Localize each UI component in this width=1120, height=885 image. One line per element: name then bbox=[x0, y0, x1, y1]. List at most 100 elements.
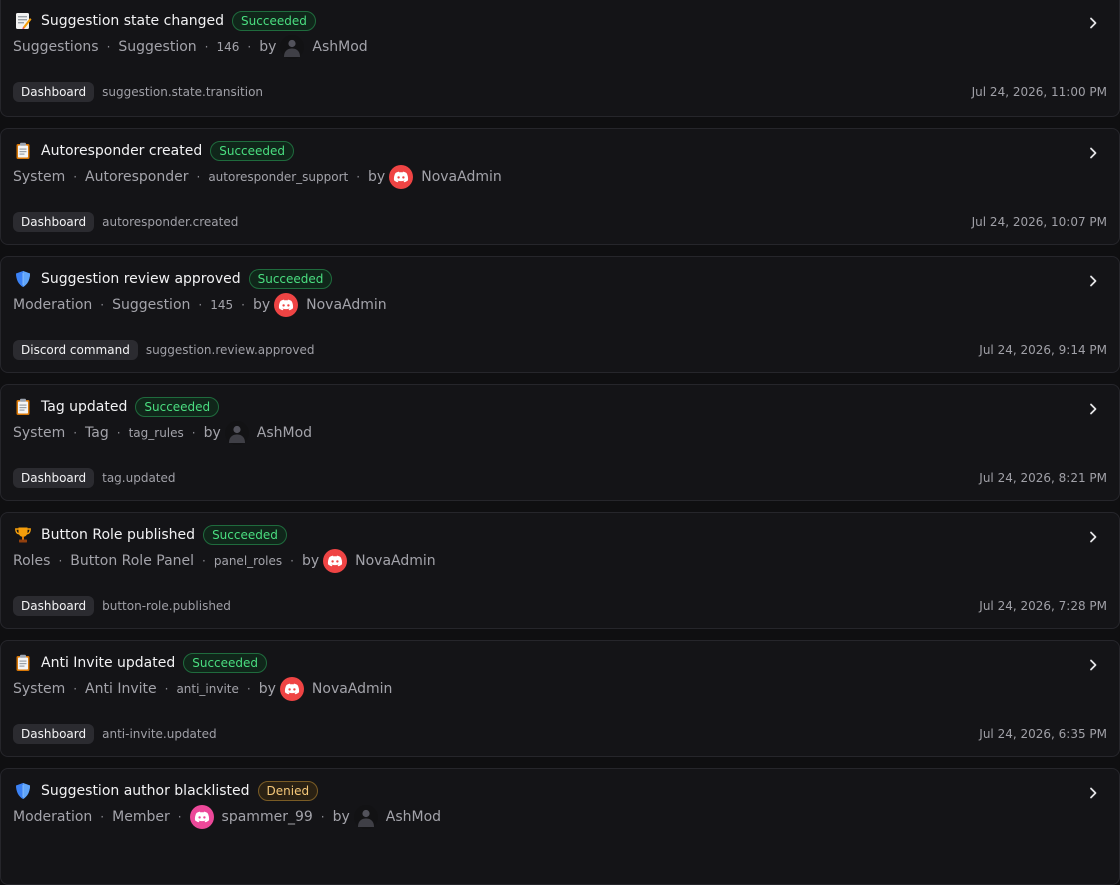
audit-log-entry[interactable]: Suggestion author blacklisted Denied Mod… bbox=[0, 768, 1120, 885]
actor-name[interactable]: NovaAdmin bbox=[312, 681, 393, 697]
action-key: anti-invite.updated bbox=[102, 727, 217, 741]
status-badge: Succeeded bbox=[183, 653, 268, 673]
discord-icon bbox=[323, 549, 348, 573]
timestamp: Jul 24, 2026, 7:28 PM bbox=[979, 599, 1107, 613]
action-key: tag.updated bbox=[102, 471, 176, 485]
actor-name[interactable]: NovaAdmin bbox=[421, 169, 502, 185]
entry-title-row: Suggestion author blacklisted Denied bbox=[13, 780, 319, 802]
action-key: suggestion.state.transition bbox=[102, 85, 264, 99]
separator: · bbox=[290, 554, 294, 568]
entry-ref: autoresponder_support bbox=[208, 170, 349, 184]
audit-log-entry[interactable]: Suggestion state changed Succeeded Sugge… bbox=[0, 0, 1120, 117]
actor-name[interactable]: NovaAdmin bbox=[355, 553, 436, 569]
entry-meta: System · Anti Invite · anti_invite · by … bbox=[13, 676, 392, 702]
entry-title-row: Autoresponder created Succeeded bbox=[13, 140, 295, 162]
entry-title: Tag updated bbox=[41, 399, 128, 415]
timestamp: Jul 24, 2026, 10:07 PM bbox=[971, 215, 1107, 229]
separator: · bbox=[73, 682, 78, 696]
entry-footer: Dashboard button-role.published Jul 24, … bbox=[13, 596, 1107, 616]
actor-name[interactable]: AshMod bbox=[312, 39, 367, 55]
entry-category: Moderation bbox=[13, 809, 93, 825]
entry-ref: panel_roles bbox=[213, 554, 283, 568]
discord-icon bbox=[389, 165, 414, 189]
avatar bbox=[280, 35, 305, 59]
target-name[interactable]: spammer_99 bbox=[222, 809, 313, 825]
chevron-right-icon[interactable] bbox=[1085, 785, 1101, 801]
audit-log-list: Suggestion state changed Succeeded Sugge… bbox=[0, 0, 1120, 885]
actor-name[interactable]: AshMod bbox=[257, 425, 312, 441]
separator: · bbox=[196, 170, 201, 184]
audit-log-entry[interactable]: Anti Invite updated Succeeded System · A… bbox=[0, 640, 1120, 757]
entry-title-row: Anti Invite updated Succeeded bbox=[13, 652, 268, 674]
entry-entity: Tag bbox=[85, 425, 109, 441]
chevron-right-icon[interactable] bbox=[1085, 15, 1101, 31]
entry-footer: Dashboard tag.updated Jul 24, 2026, 8:21… bbox=[13, 468, 1107, 488]
audit-log-entry[interactable]: Button Role published Succeeded Roles · … bbox=[0, 512, 1120, 629]
entry-category: System bbox=[13, 425, 66, 441]
entry-meta: System · Tag · tag_rules · by AshMod bbox=[13, 420, 312, 446]
entry-meta: Roles · Button Role Panel · panel_roles … bbox=[13, 548, 436, 574]
chevron-right-icon[interactable] bbox=[1085, 657, 1101, 673]
clipboard-icon bbox=[13, 397, 33, 417]
status-badge: Succeeded bbox=[203, 525, 287, 545]
entry-title-row: Tag updated Succeeded bbox=[13, 396, 220, 418]
status-badge: Succeeded bbox=[210, 141, 295, 161]
entry-ref: 145 bbox=[210, 298, 234, 312]
separator: · bbox=[320, 810, 325, 824]
timestamp: Jul 24, 2026, 11:00 PM bbox=[971, 85, 1107, 99]
status-badge: Succeeded bbox=[248, 269, 333, 289]
audit-log-entry[interactable]: Suggestion review approved Succeeded Mod… bbox=[0, 256, 1120, 373]
clipboard-icon bbox=[13, 141, 33, 161]
separator: · bbox=[58, 554, 63, 568]
chevron-right-icon[interactable] bbox=[1085, 273, 1101, 289]
memo-icon bbox=[13, 11, 33, 31]
entry-ref: tag_rules bbox=[128, 426, 184, 440]
action-key: button-role.published bbox=[102, 599, 231, 613]
audit-log-entry[interactable]: Tag updated Succeeded System · Tag · tag… bbox=[0, 384, 1120, 501]
action-key: suggestion.review.approved bbox=[145, 343, 315, 357]
action-key: autoresponder.created bbox=[102, 215, 239, 229]
actor-name[interactable]: NovaAdmin bbox=[306, 297, 387, 313]
status-badge: Denied bbox=[257, 781, 319, 801]
separator: · bbox=[247, 40, 252, 54]
entry-title: Suggestion state changed bbox=[41, 13, 225, 29]
avatar bbox=[353, 805, 378, 829]
by-label: by bbox=[252, 297, 271, 313]
entry-title: Suggestion review approved bbox=[41, 271, 241, 287]
entry-footer: Dashboard anti-invite.updated Jul 24, 20… bbox=[13, 724, 1107, 744]
chevron-right-icon[interactable] bbox=[1085, 529, 1101, 545]
timestamp: Jul 24, 2026, 9:14 PM bbox=[979, 343, 1107, 357]
source-tag: Dashboard bbox=[13, 724, 95, 744]
source-tag: Dashboard bbox=[13, 82, 95, 102]
timestamp: Jul 24, 2026, 8:21 PM bbox=[979, 471, 1107, 485]
chevron-right-icon[interactable] bbox=[1085, 145, 1101, 161]
separator: · bbox=[202, 554, 206, 568]
discord-icon bbox=[279, 677, 304, 701]
entry-entity: Anti Invite bbox=[85, 681, 157, 697]
entry-title: Suggestion author blacklisted bbox=[41, 783, 250, 799]
entry-entity: Autoresponder bbox=[85, 169, 189, 185]
by-label: by bbox=[203, 425, 221, 441]
entry-footer: Dashboard suggestion.state.transition Ju… bbox=[13, 82, 1107, 102]
status-badge: Succeeded bbox=[232, 11, 316, 31]
separator: · bbox=[73, 426, 78, 440]
entry-entity: Suggestion bbox=[118, 39, 197, 55]
entry-category: System bbox=[13, 169, 66, 185]
entry-entity: Member bbox=[112, 809, 170, 825]
separator: · bbox=[198, 298, 203, 312]
audit-log-entry[interactable]: Autoresponder created Succeeded System ·… bbox=[0, 128, 1120, 245]
entry-meta: Suggestions · Suggestion · 146 · by AshM… bbox=[13, 34, 368, 60]
chevron-right-icon[interactable] bbox=[1085, 401, 1101, 417]
by-label: by bbox=[332, 809, 350, 825]
separator: · bbox=[241, 298, 245, 312]
separator: · bbox=[100, 298, 105, 312]
actor-name[interactable]: AshMod bbox=[386, 809, 441, 825]
shield-icon bbox=[13, 269, 33, 289]
entry-meta: Moderation · Member · spammer_99 · by As… bbox=[13, 804, 441, 830]
discord-icon bbox=[189, 805, 214, 829]
shield-icon bbox=[13, 781, 33, 801]
trophy-icon bbox=[13, 525, 33, 545]
source-tag: Dashboard bbox=[13, 596, 95, 616]
entry-title-row: Button Role published Succeeded bbox=[13, 524, 287, 546]
separator: · bbox=[246, 682, 251, 696]
